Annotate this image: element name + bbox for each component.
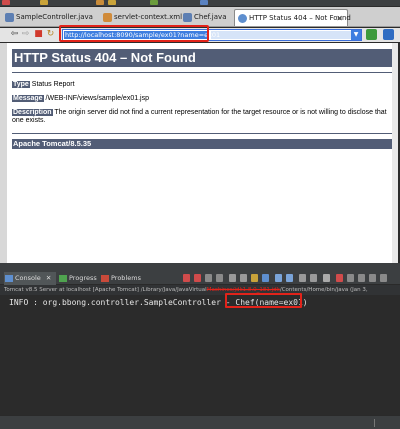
toolbar-icon <box>96 0 104 5</box>
open-console-icon[interactable] <box>286 274 293 282</box>
console-header-prefix: Tomcat v8.5 Server at localhost [Apache … <box>4 287 207 293</box>
divider <box>12 133 394 134</box>
minimize-icon[interactable] <box>369 274 376 282</box>
tab-http-status[interactable]: HTTP Status 404 – Not Found ✕ <box>234 9 351 27</box>
progress-icon <box>59 275 67 282</box>
tab-label: SampleController.java <box>16 13 93 21</box>
type-value: Status Report <box>31 81 75 88</box>
tab-progress[interactable]: Progress <box>58 272 98 285</box>
view-menu-icon[interactable] <box>323 274 330 282</box>
refresh-button[interactable]: ↻ <box>45 29 56 40</box>
toolbar-icon <box>150 0 158 5</box>
type-line: Type Status Report <box>12 80 75 89</box>
stop-button[interactable]: ■ <box>33 29 44 40</box>
tab-label: servlet-context.xml <box>114 13 183 21</box>
new-console-icon[interactable] <box>299 274 306 282</box>
toolbar-icon <box>200 0 208 5</box>
error-icon[interactable] <box>336 274 343 282</box>
url-selection-tail <box>211 31 351 39</box>
scroll-lock-icon[interactable] <box>240 274 247 282</box>
java-file-icon <box>5 13 14 22</box>
tab-label: Progress <box>69 274 97 282</box>
url-highlight-box <box>59 25 209 42</box>
description-value: The origin server did not find a current… <box>12 109 387 124</box>
tab-problems[interactable]: Problems <box>100 272 144 285</box>
console-output[interactable]: INFO : org.bbong.controller.SampleContro… <box>0 295 400 415</box>
terminate-icon[interactable] <box>183 274 190 282</box>
console-icon <box>5 275 13 282</box>
settings-icon[interactable] <box>347 274 354 282</box>
tab-samplecontroller[interactable]: SampleController.java <box>2 9 102 26</box>
remove-all-icon[interactable] <box>216 274 223 282</box>
copy-icon[interactable] <box>310 274 317 282</box>
back-button[interactable]: ⇦ <box>9 29 20 40</box>
remove-icon[interactable] <box>205 274 212 282</box>
tab-servlet-context[interactable]: servlet-context.xml <box>100 9 183 26</box>
pin-icon[interactable] <box>262 274 269 282</box>
message-label: Message <box>12 95 44 102</box>
message-value: /WEB-INF/views/sample/ex01.jsp <box>45 95 150 102</box>
clear-icon[interactable] <box>229 274 236 282</box>
log-prefix: INFO : org.bbong.controller.SampleContro… <box>9 298 236 307</box>
tab-label: Problems <box>111 274 141 282</box>
maximize-icon[interactable] <box>380 274 387 282</box>
chevron-down-icon[interactable]: ▼ <box>351 30 361 40</box>
java-file-icon <box>183 13 192 22</box>
message-line: Message /WEB-INF/views/sample/ex01.jsp <box>12 94 149 103</box>
view-menu-icon[interactable] <box>358 274 365 282</box>
xml-file-icon <box>103 13 112 22</box>
globe-icon <box>238 14 247 23</box>
toolbar-icon <box>40 0 48 5</box>
display-icon[interactable] <box>275 274 282 282</box>
browser-scrollbar[interactable] <box>392 43 398 263</box>
log-highlight-box <box>225 293 302 308</box>
tab-label: Console <box>15 274 41 282</box>
status-bar <box>0 415 400 429</box>
tab-chef[interactable]: Chef.java <box>180 9 230 26</box>
console-tab-bar: Console ✕ Progress Problems <box>0 272 400 285</box>
top-window-strip <box>0 0 400 6</box>
close-icon[interactable]: ✕ <box>336 10 343 27</box>
word-wrap-icon[interactable] <box>251 274 258 282</box>
app-icon <box>2 0 10 5</box>
browser-content: HTTP Status 404 – Not Found Type Status … <box>7 43 398 263</box>
type-label: Type <box>12 81 30 88</box>
forward-button[interactable]: ⇨ <box>20 29 31 40</box>
go-icon[interactable] <box>366 29 377 40</box>
description-line: Description The origin server did not fi… <box>12 109 392 125</box>
server-footer: Apache Tomcat/8.5.35 <box>12 139 394 149</box>
divider <box>12 72 394 73</box>
open-external-icon[interactable] <box>383 29 394 40</box>
stop-icon[interactable] <box>194 274 201 282</box>
description-label: Description <box>12 109 53 116</box>
console-process-header: Tomcat v8.5 Server at localhost [Apache … <box>0 285 400 295</box>
tab-console[interactable]: Console ✕ <box>4 272 56 285</box>
problems-icon <box>101 275 109 282</box>
editor-tab-bar: SampleController.java servlet-context.xm… <box>0 7 400 27</box>
left-gutter <box>0 43 7 263</box>
status-separator <box>374 419 375 427</box>
page-title: HTTP Status 404 – Not Found <box>12 49 394 67</box>
toolbar-icon <box>108 0 116 5</box>
tab-label: Chef.java <box>194 13 227 21</box>
close-icon[interactable]: ✕ <box>46 274 51 282</box>
